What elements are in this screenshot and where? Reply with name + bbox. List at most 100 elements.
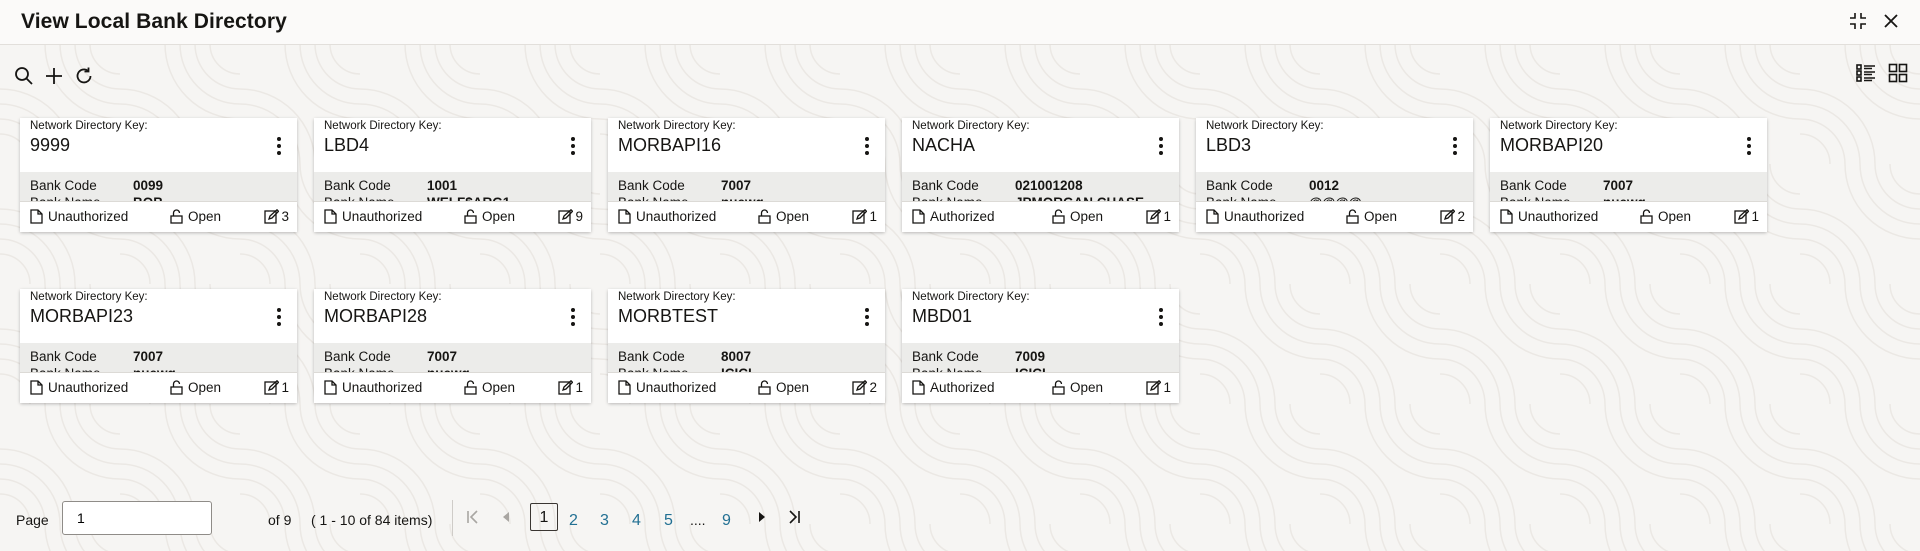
page-2-button[interactable]: 2 [569, 512, 578, 530]
edit-icon [1146, 380, 1162, 395]
bank-card[interactable]: Network Directory Key: MORBAPI20 Bank Cod… [1490, 118, 1767, 232]
document-icon [30, 209, 43, 224]
key-label: Network Directory Key: [30, 120, 148, 132]
bank-card[interactable]: Network Directory Key: NACHA Bank Code 021… [902, 118, 1179, 232]
key-label: Network Directory Key: [1500, 120, 1618, 132]
edit-icon [1440, 209, 1456, 224]
document-icon [1500, 209, 1513, 224]
bank-card[interactable]: Network Directory Key: MORBAPI23 Bank Cod… [20, 289, 297, 403]
bank-code-value: 1001 [427, 178, 458, 193]
mod-count: 1 [869, 209, 877, 224]
more-options-icon[interactable] [859, 134, 875, 158]
unlock-icon [464, 209, 477, 224]
lock-status: Open [1364, 209, 1398, 224]
key-value: LBD4 [324, 135, 370, 155]
page-1-button[interactable]: 1 [530, 503, 558, 531]
more-options-icon[interactable] [1447, 134, 1463, 158]
bank-code-value: 8007 [721, 349, 752, 364]
key-value: NACHA [912, 135, 976, 155]
mod-count: 2 [1457, 209, 1465, 224]
page-5-button[interactable]: 5 [664, 512, 673, 530]
edit-icon [558, 380, 574, 395]
document-icon [618, 209, 631, 224]
more-options-icon[interactable] [271, 305, 287, 329]
page-9-button[interactable]: 9 [722, 512, 731, 530]
refresh-icon[interactable] [73, 65, 95, 87]
more-options-icon[interactable] [1153, 134, 1169, 158]
document-icon [324, 380, 337, 395]
bank-code-value: 7009 [1015, 349, 1046, 364]
more-options-icon[interactable] [565, 305, 581, 329]
bank-card[interactable]: Network Directory Key: MORBTEST Bank Code… [608, 289, 885, 403]
page-title: View Local Bank Directory [21, 10, 287, 33]
add-icon[interactable] [43, 65, 65, 87]
lock-status: Open [776, 380, 810, 395]
bank-card[interactable]: Network Directory Key: MBD01 Bank Code 700… [902, 289, 1179, 403]
edit-icon [1734, 209, 1750, 224]
page-3-button[interactable]: 3 [600, 512, 609, 530]
key-value: MBD01 [912, 306, 973, 326]
mod-count: 9 [575, 209, 583, 224]
pagination: Page of 9 ( 1 - 10 of 84 items) 1 2 3 4 … [0, 497, 1920, 541]
bank-code-label: Bank Code [618, 349, 685, 364]
bank-code-label: Bank Code [1206, 178, 1273, 193]
more-options-icon[interactable] [1741, 134, 1757, 158]
bank-card[interactable]: Network Directory Key: 9999 Bank Code 0099… [20, 118, 297, 232]
bank-card[interactable]: Network Directory Key: MORBAPI16 Bank Cod… [608, 118, 885, 232]
minimize-icon[interactable] [1848, 11, 1868, 31]
bank-card[interactable]: Network Directory Key: MORBAPI28 Bank Cod… [314, 289, 591, 403]
document-icon [618, 380, 631, 395]
mod-count: 1 [1751, 209, 1759, 224]
unlock-icon [464, 380, 477, 395]
document-icon [1206, 209, 1219, 224]
item-range: ( 1 - 10 of 84 items) [311, 512, 433, 528]
lock-status: Open [188, 380, 222, 395]
key-value: MORBAPI16 [618, 135, 722, 155]
auth-status: Unauthorized [48, 380, 129, 395]
document-icon [324, 209, 337, 224]
key-label: Network Directory Key: [618, 291, 736, 303]
bank-card[interactable]: Network Directory Key: LBD3 Bank Code 0012… [1196, 118, 1473, 232]
more-options-icon[interactable] [565, 134, 581, 158]
bank-code-value: 021001208 [1015, 178, 1083, 193]
bank-code-label: Bank Code [1500, 178, 1567, 193]
key-value: MORBAPI20 [1500, 135, 1604, 155]
edit-icon [264, 209, 280, 224]
next-page-icon[interactable] [756, 507, 768, 527]
grid-view-icon[interactable] [1888, 63, 1908, 83]
auth-status: Unauthorized [636, 380, 717, 395]
unlock-icon [758, 380, 771, 395]
lock-status: Open [482, 209, 516, 224]
bank-code-label: Bank Code [324, 178, 391, 193]
mod-count: 1 [1163, 209, 1171, 224]
key-label: Network Directory Key: [912, 120, 1030, 132]
first-page-icon[interactable] [465, 507, 481, 527]
more-options-icon[interactable] [859, 305, 875, 329]
more-options-icon[interactable] [271, 134, 287, 158]
auth-status: Authorized [930, 209, 995, 224]
lock-status: Open [1658, 209, 1692, 224]
previous-page-icon[interactable] [500, 507, 512, 527]
unlock-icon [170, 380, 183, 395]
search-icon[interactable] [13, 65, 35, 87]
bank-card[interactable]: Network Directory Key: LBD4 Bank Code 1001… [314, 118, 591, 232]
unlock-icon [758, 209, 771, 224]
more-options-icon[interactable] [1153, 305, 1169, 329]
key-value: MORBAPI28 [324, 306, 428, 326]
edit-icon [558, 209, 574, 224]
mod-count: 1 [1163, 380, 1171, 395]
last-page-icon[interactable] [786, 507, 802, 527]
unlock-icon [1052, 209, 1065, 224]
document-icon [30, 380, 43, 395]
divider [452, 500, 453, 536]
page-4-button[interactable]: 4 [632, 512, 641, 530]
bank-code-value: 0012 [1309, 178, 1340, 193]
document-icon [912, 209, 925, 224]
bank-code-label: Bank Code [30, 349, 97, 364]
close-icon[interactable] [1882, 12, 1900, 30]
bank-code-label: Bank Code [324, 349, 391, 364]
list-view-icon[interactable] [1856, 63, 1876, 83]
key-value: MORBTEST [618, 306, 719, 326]
page-input[interactable] [62, 501, 212, 535]
bank-code-label: Bank Code [618, 178, 685, 193]
